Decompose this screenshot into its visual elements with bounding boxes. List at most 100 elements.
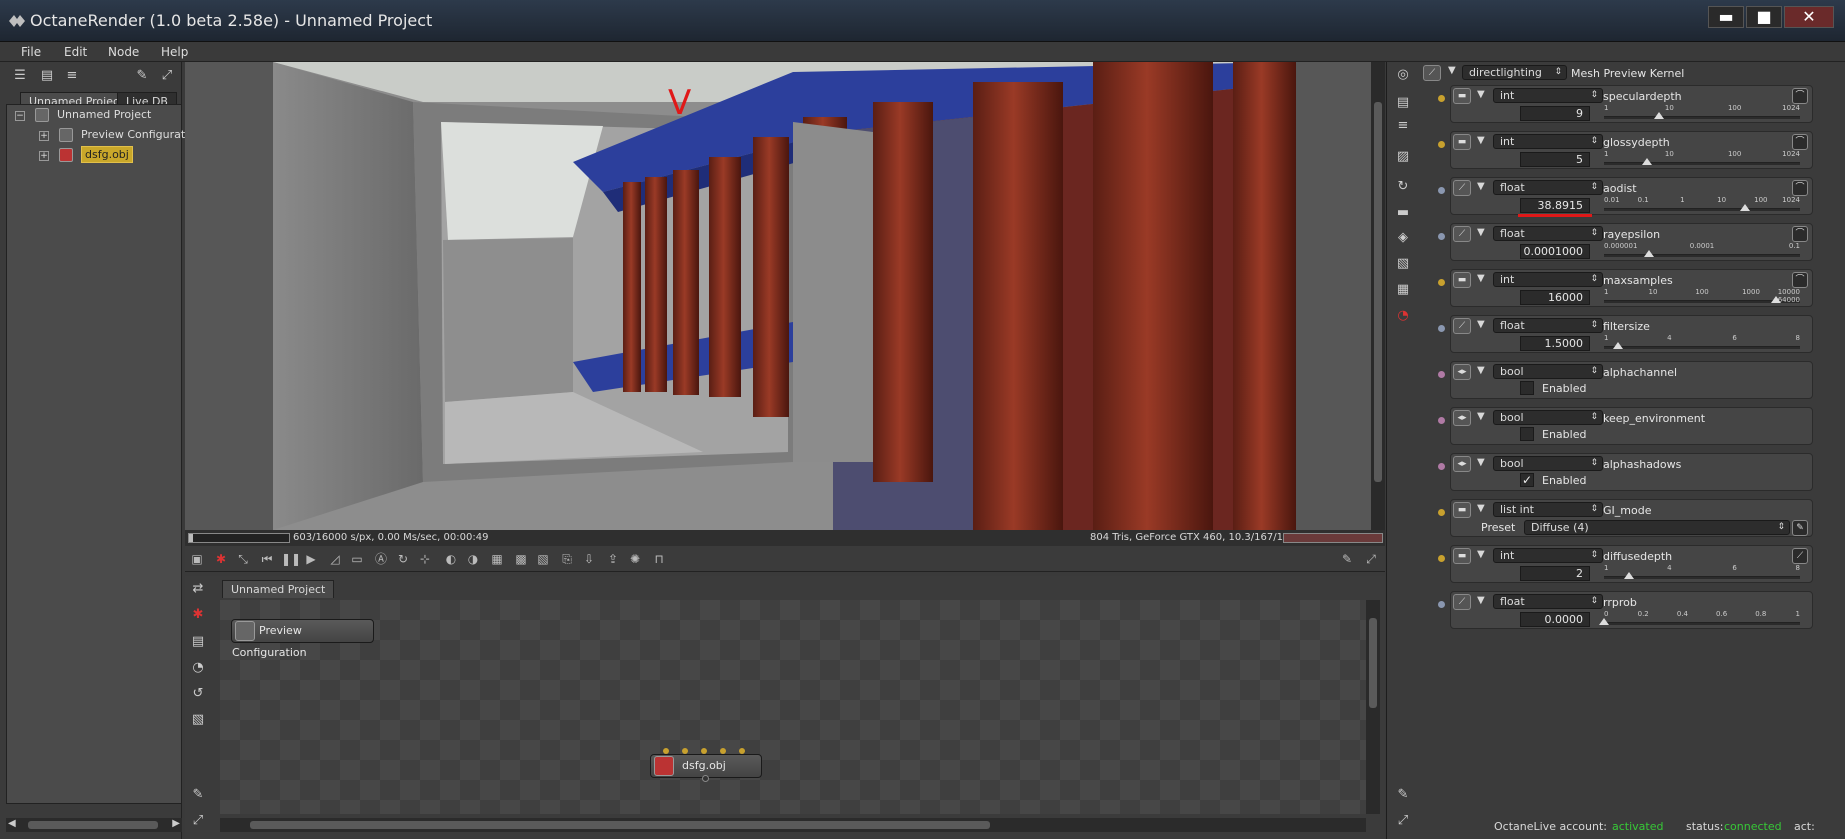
param-type-button[interactable]: ⟋ <box>1453 318 1471 334</box>
lock-exposure-icon[interactable]: ◑ <box>465 551 481 567</box>
viewport-vertical-scrollbar[interactable] <box>1371 62 1385 530</box>
param-collapse-icon[interactable]: ▼ <box>1477 89 1485 100</box>
slider-thumb[interactable] <box>1612 342 1623 349</box>
restart-icon[interactable]: ⏮ <box>259 551 275 567</box>
param-curve-button[interactable]: ⟋ <box>1792 548 1808 564</box>
param-type-button[interactable]: ▬ <box>1453 88 1471 104</box>
graph-node-icon[interactable]: ▤ <box>189 633 207 651</box>
param-slider[interactable]: 1 10 100 1024 <box>1604 149 1800 167</box>
inspector-wrench-icon[interactable]: ✎ <box>1394 786 1412 804</box>
scrollbar-thumb[interactable] <box>1369 618 1377 708</box>
tree-horizontal-scrollbar[interactable]: ◀ ▶ <box>6 818 182 832</box>
tree-item-project[interactable]: − Unnamed Project <box>7 105 181 125</box>
param-type-select[interactable]: float ⇕ <box>1493 318 1603 333</box>
param-value-field[interactable]: 38.8915 <box>1520 198 1590 213</box>
param-type-button[interactable]: ◂▸ <box>1453 456 1471 472</box>
graph-mesh-icon[interactable]: ◔ <box>189 659 207 677</box>
slider-thumb[interactable] <box>1740 204 1751 211</box>
graph-horizontal-scrollbar[interactable] <box>220 818 1366 832</box>
stack-icon[interactable]: ▤ <box>38 67 56 85</box>
param-collapse-icon[interactable]: ▼ <box>1477 319 1485 330</box>
region-icon[interactable]: ▦ <box>489 551 505 567</box>
kernel-node-button[interactable]: ⟋ <box>1423 65 1441 81</box>
expand-icon[interactable]: + <box>39 131 49 141</box>
save-image-icon[interactable]: ⇩ <box>581 551 597 567</box>
maximize-button[interactable]: ■ <box>1746 6 1782 28</box>
slider-thumb[interactable] <box>1644 250 1655 257</box>
triangle-icon[interactable]: ◿ <box>327 551 343 567</box>
param-value-field[interactable]: 0.0000 <box>1520 612 1590 627</box>
param-collapse-icon[interactable]: ▼ <box>1477 365 1485 376</box>
wrench-icon[interactable]: ✎ <box>133 67 151 85</box>
layers-icon[interactable]: ≡ <box>63 67 81 85</box>
param-type-select[interactable]: int ⇕ <box>1493 88 1603 103</box>
pause-icon[interactable]: ❚❚ <box>281 551 301 567</box>
param-curve-button[interactable]: ⌒ <box>1792 180 1808 196</box>
checker-icon[interactable]: ▩ <box>513 551 529 567</box>
menu-node[interactable]: Node <box>108 45 139 59</box>
inspector-texture-icon[interactable]: ▦ <box>1394 281 1412 299</box>
fullscreen-icon[interactable]: ⤢ <box>158 67 176 85</box>
param-collapse-icon[interactable]: ▼ <box>1477 411 1485 422</box>
alpha-icon[interactable]: ▧ <box>535 551 551 567</box>
scrollbar-thumb[interactable] <box>250 821 990 829</box>
export-icon[interactable]: ⇪ <box>605 551 621 567</box>
param-type-select[interactable]: bool ⇕ <box>1493 456 1603 471</box>
kernel-select[interactable]: directlighting ⇕ <box>1462 65 1567 80</box>
param-slider[interactable]: 1 10 100 1000 10000 64000 <box>1604 287 1800 305</box>
param-curve-button[interactable]: ⌒ <box>1792 226 1808 242</box>
scrollbar-thumb[interactable] <box>1374 102 1382 482</box>
param-type-select[interactable]: list int ⇕ <box>1493 502 1603 517</box>
graph-node-preview-configuration[interactable]: Preview Configuration <box>231 619 374 659</box>
param-slider[interactable]: 0.01 0.1 1 10 100 1024 <box>1604 195 1800 213</box>
param-collapse-icon[interactable]: ▼ <box>1477 181 1485 192</box>
param-type-button[interactable]: ⟋ <box>1453 180 1471 196</box>
pick-icon[interactable]: ⊹ <box>417 551 433 567</box>
sun-icon[interactable]: ✺ <box>627 551 643 567</box>
viewport-wrench-icon[interactable]: ✎ <box>1339 551 1355 567</box>
inspector-camera-icon[interactable]: ◎ <box>1394 66 1412 84</box>
param-collapse-icon[interactable]: ▼ <box>1477 503 1485 514</box>
param-curve-button[interactable]: ⌒ <box>1792 272 1808 288</box>
close-button[interactable]: ✕ <box>1784 6 1834 28</box>
output-pin[interactable] <box>702 775 709 782</box>
param-type-select[interactable]: int ⇕ <box>1493 548 1603 563</box>
param-type-select[interactable]: int ⇕ <box>1493 134 1603 149</box>
param-value-field[interactable]: 2 <box>1520 566 1590 581</box>
menu-help[interactable]: Help <box>161 45 188 59</box>
minimize-button[interactable]: ▬ <box>1708 6 1744 28</box>
param-collapse-icon[interactable]: ▼ <box>1477 595 1485 606</box>
resize-icon[interactable]: ⤡ <box>235 551 251 567</box>
scroll-left-icon[interactable]: ◀ <box>8 818 16 829</box>
input-pin[interactable] <box>701 748 707 754</box>
render-viewport[interactable]: V <box>185 62 1385 530</box>
menu-edit[interactable]: Edit <box>64 45 87 59</box>
param-curve-button[interactable]: ⌒ <box>1792 88 1808 104</box>
param-type-select[interactable]: float ⇕ <box>1493 180 1603 195</box>
graph-image-icon[interactable]: ▧ <box>189 711 207 729</box>
slider-thumb[interactable] <box>1624 572 1635 579</box>
viewport-fullscreen-icon[interactable]: ⤢ <box>1363 551 1379 567</box>
tab-graph-project[interactable]: Unnamed Project <box>222 580 335 598</box>
graph-vertical-scrollbar[interactable] <box>1366 600 1380 814</box>
copy-icon[interactable]: ⎘ <box>559 551 575 567</box>
input-pin[interactable] <box>720 748 726 754</box>
param-type-button[interactable]: ▬ <box>1453 134 1471 150</box>
inspector-stack-icon[interactable]: ▤ <box>1394 94 1412 112</box>
graph-layout-icon[interactable]: ⇄ <box>189 580 207 598</box>
param-slider[interactable]: 1 4 6 8 <box>1604 333 1800 351</box>
graph-cycle-icon[interactable]: ↺ <box>189 685 207 703</box>
input-pin[interactable] <box>663 748 669 754</box>
param-slider[interactable]: 1 10 100 1024 <box>1604 103 1800 121</box>
inspector-rotate-icon[interactable]: ↻ <box>1394 178 1412 196</box>
param-collapse-icon[interactable]: ▼ <box>1477 549 1485 560</box>
param-type-select[interactable]: float ⇕ <box>1493 594 1603 609</box>
param-collapse-icon[interactable]: ▼ <box>1477 457 1485 468</box>
param-value-field[interactable]: 1.5000 <box>1520 336 1590 351</box>
stop-render-icon[interactable]: ✱ <box>213 551 229 567</box>
param-value-field[interactable]: 9 <box>1520 106 1590 121</box>
inspector-image-icon[interactable]: ▨ <box>1394 148 1412 166</box>
inspector-layers-icon[interactable]: ≡ <box>1394 117 1412 135</box>
autofocus-icon[interactable]: Ⓐ <box>373 551 389 567</box>
param-slider[interactable]: 0.000001 0.0001 0.1 <box>1604 241 1800 259</box>
